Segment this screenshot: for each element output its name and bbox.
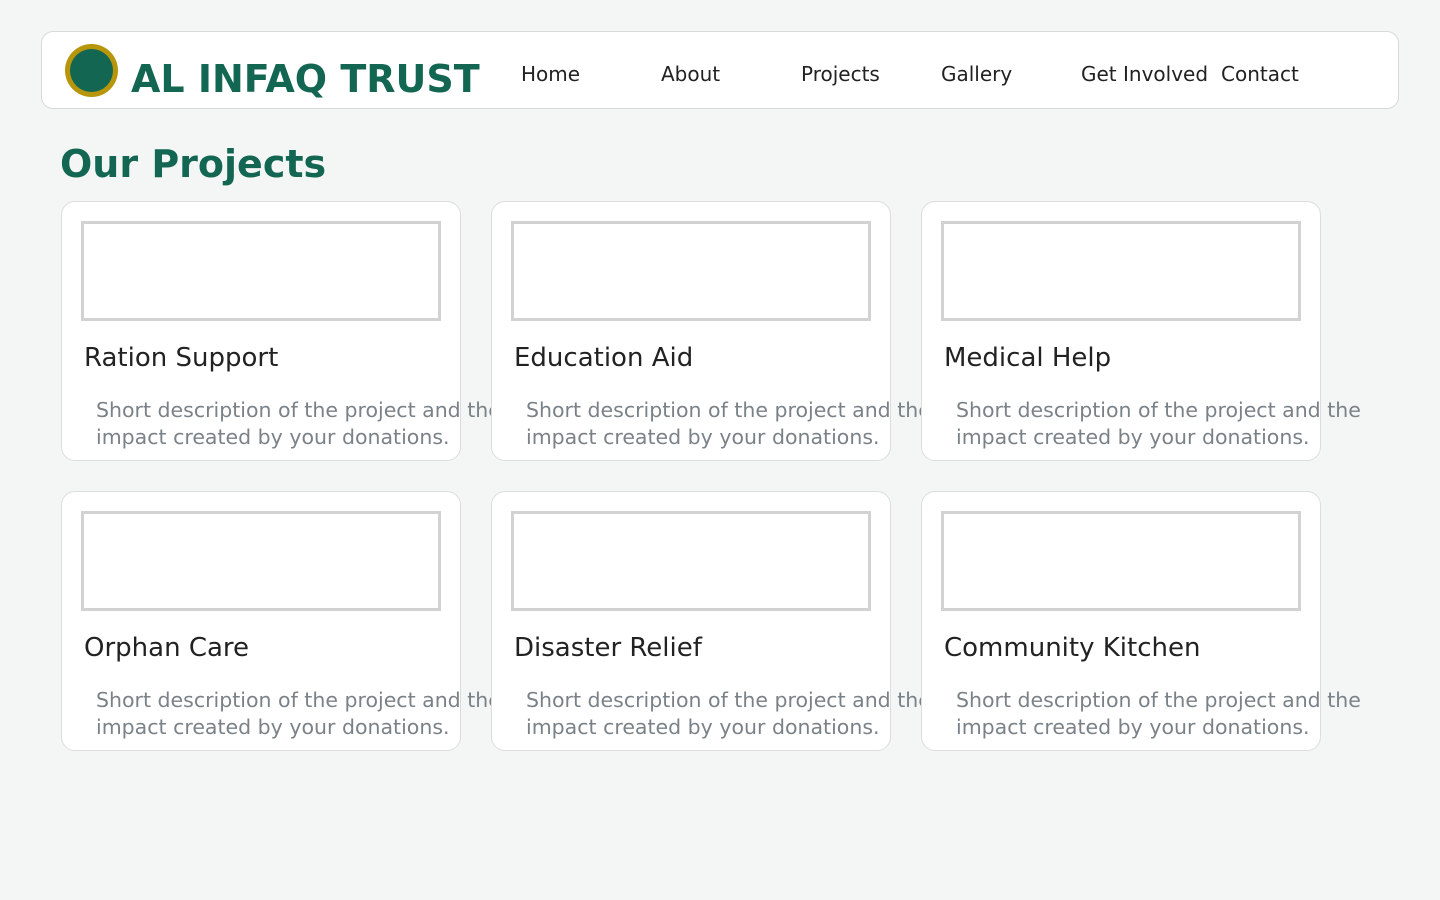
project-title: Orphan Care [84, 633, 250, 663]
logo-emblem [70, 49, 113, 92]
project-description: Short description of the project and the… [96, 398, 501, 449]
logo-icon[interactable] [65, 44, 118, 97]
project-image-placeholder [941, 221, 1301, 321]
project-card[interactable]: Education Aid Short description of the p… [491, 201, 931, 461]
nav-projects[interactable]: Projects [801, 59, 880, 89]
project-description: Short description of the project and the… [526, 398, 931, 449]
nav-about[interactable]: About [661, 59, 720, 89]
project-title: Education Aid [514, 343, 694, 373]
project-image-placeholder [81, 221, 441, 321]
project-title: Community Kitchen [944, 633, 1201, 663]
project-card[interactable]: Ration Support Short description of the … [61, 201, 501, 461]
project-image-placeholder [511, 511, 871, 611]
project-image-placeholder [81, 511, 441, 611]
brand-name[interactable]: AL INFAQ TRUST [131, 54, 480, 104]
page-title: Our Projects [60, 142, 327, 186]
nav-contact[interactable]: Contact [1221, 59, 1299, 89]
nav-gallery[interactable]: Gallery [941, 59, 1012, 89]
project-card[interactable]: Disaster Relief Short description of the… [491, 491, 931, 751]
nav-get-involved[interactable]: Get Involved [1081, 59, 1208, 89]
project-description: Short description of the project and the… [956, 688, 1361, 739]
project-image-placeholder [941, 511, 1301, 611]
nav-home[interactable]: Home [521, 59, 580, 89]
project-card[interactable]: Community Kitchen Short description of t… [921, 491, 1361, 751]
project-card[interactable]: Medical Help Short description of the pr… [921, 201, 1361, 461]
project-description: Short description of the project and the… [526, 688, 931, 739]
site-header: AL INFAQ TRUST Home About Projects Galle… [41, 31, 1399, 109]
project-description: Short description of the project and the… [96, 688, 501, 739]
project-description: Short description of the project and the… [956, 398, 1361, 449]
project-title: Ration Support [84, 343, 279, 373]
project-image-placeholder [511, 221, 871, 321]
project-title: Medical Help [944, 343, 1112, 373]
project-card[interactable]: Orphan Care Short description of the pro… [61, 491, 501, 751]
project-title: Disaster Relief [514, 633, 702, 663]
